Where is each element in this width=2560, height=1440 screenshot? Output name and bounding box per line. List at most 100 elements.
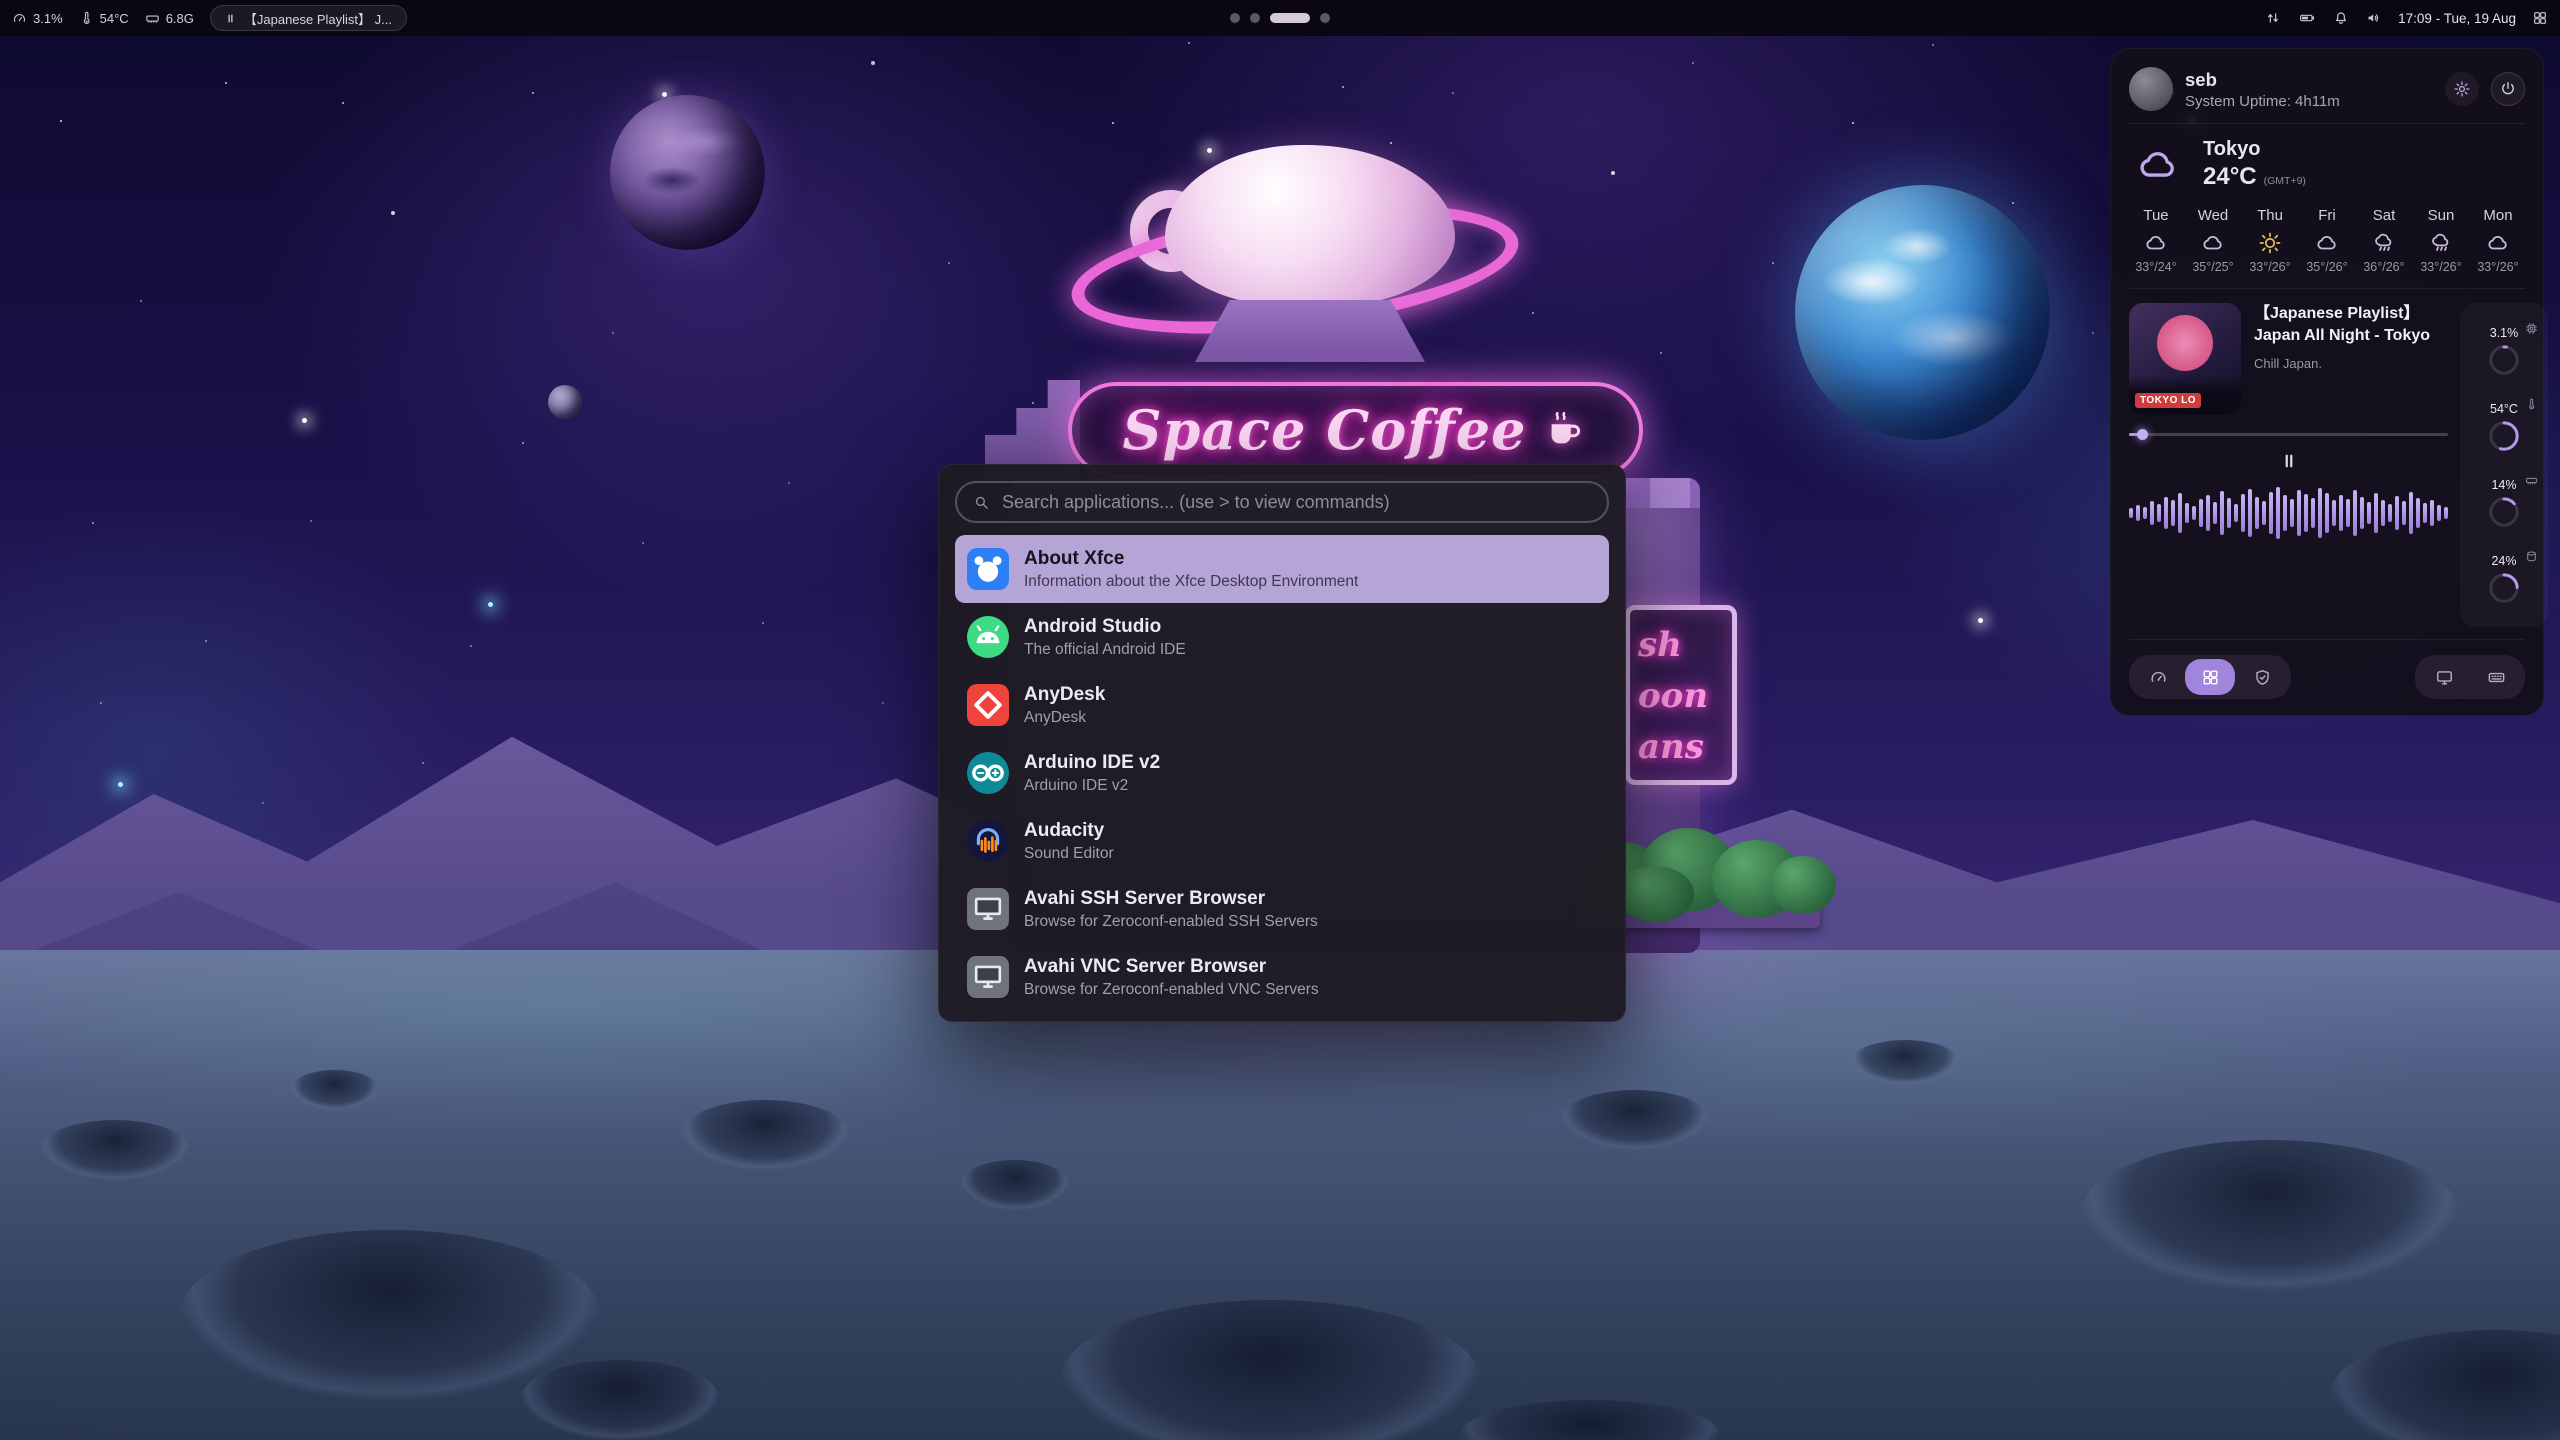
bright-star [118, 782, 123, 787]
weather-timezone: (GMT+9) [2264, 175, 2306, 187]
sign-text: Space Coffee [1123, 398, 1527, 462]
apps-grid-button[interactable] [2185, 659, 2235, 695]
crater [1850, 1040, 1960, 1085]
cloud-weather-icon [2486, 231, 2510, 255]
app-name: AnyDesk [1024, 684, 1105, 706]
crater [2080, 1140, 2460, 1290]
privacy-button[interactable] [2237, 659, 2287, 695]
ram-icon [2525, 474, 2538, 487]
app-list-item[interactable]: Avahi VNC Server Browser Browse for Zero… [955, 943, 1609, 1011]
audacity-app-icon [967, 820, 1009, 862]
cloud-weather-icon [2144, 231, 2168, 255]
app-grid-icon[interactable] [2532, 10, 2548, 26]
window-neon-text: ans [1638, 722, 1724, 773]
search-bar[interactable] [955, 481, 1609, 523]
system-stat: 14% [2464, 465, 2544, 541]
power-button[interactable] [2491, 72, 2525, 106]
forecast-day: Sat 36°/26° [2357, 207, 2411, 274]
forecast-day-label: Tue [2129, 207, 2183, 224]
display-button[interactable] [2419, 659, 2469, 695]
notifications-icon[interactable] [2333, 10, 2349, 26]
avahi-app-icon [967, 956, 1009, 998]
forecast-day: Thu 33°/26° [2243, 207, 2297, 274]
bright-star [1978, 618, 1983, 623]
thermo-icon [2525, 398, 2538, 411]
system-stat: 54°C [2464, 389, 2544, 465]
album-art-label: TOKYO LO [2135, 393, 2201, 408]
app-name: Avahi SSH Server Browser [1024, 888, 1318, 910]
keyboard-icon [2487, 668, 2506, 687]
stat-value: 3.1% [2490, 326, 2519, 340]
grid-icon [2201, 668, 2220, 687]
shield-icon [2253, 668, 2272, 687]
workspace-dot[interactable] [1320, 13, 1330, 23]
cpu-indicator[interactable]: 3.1% [12, 11, 63, 26]
gauge-icon [2149, 668, 2168, 687]
network-traffic-icon[interactable] [2265, 10, 2281, 26]
weather-city: Tokyo [2203, 138, 2306, 161]
bright-star [662, 92, 667, 97]
top-bar: 3.1% 54°C 6.8G 【Japanese Playlist】 J... … [0, 0, 2560, 36]
xfce-app-icon [967, 548, 1009, 590]
app-description: Browse for Zeroconf-enabled SSH Servers [1024, 913, 1318, 931]
crater [180, 1230, 600, 1400]
pause-icon [2280, 452, 2298, 470]
temperature-indicator[interactable]: 54°C [79, 11, 129, 26]
stats-column: 3.1% 54°C 14% 24% [2460, 303, 2548, 627]
performance-button[interactable] [2133, 659, 2183, 695]
now-playing-pill[interactable]: 【Japanese Playlist】 J... [210, 5, 407, 31]
memory-indicator[interactable]: 6.8G [145, 11, 194, 26]
battery-icon[interactable] [2297, 10, 2317, 26]
crater [1060, 1300, 1480, 1440]
keyboard-button[interactable] [2471, 659, 2521, 695]
crater [290, 1070, 380, 1110]
bush [1770, 856, 1836, 914]
control-center: seb System Uptime: 4h11m Tokyo 24°C (GMT… [2110, 48, 2544, 716]
forecast-day-label: Sun [2414, 207, 2468, 224]
app-list-item[interactable]: Avahi SSH Server Browser Browse for Zero… [955, 875, 1609, 943]
track-title: 【Japanese Playlist】 Japan All Night - To… [2254, 303, 2448, 348]
seek-bar[interactable] [2129, 428, 2448, 440]
app-list-item[interactable]: Arduino IDE v2 Arduino IDE v2 [955, 739, 1609, 807]
workspace-dot[interactable] [1230, 13, 1240, 23]
forecast-temps: 36°/26° [2357, 260, 2411, 274]
forecast-day: Mon 33°/26° [2471, 207, 2525, 274]
search-icon [973, 494, 990, 511]
workspace-active[interactable] [1270, 13, 1310, 23]
pause-button[interactable] [2274, 448, 2304, 474]
seek-knob[interactable] [2137, 429, 2148, 440]
forecast-day: Tue 33°/24° [2129, 207, 2183, 274]
app-list-item[interactable]: AnyDesk AnyDesk [955, 671, 1609, 739]
album-art[interactable]: TOKYO LO [2129, 303, 2241, 415]
crater [1460, 1400, 1720, 1440]
media-section: TOKYO LO 【Japanese Playlist】 Japan All N… [2129, 289, 2525, 640]
app-list-item[interactable]: Android Studio The official Android IDE [955, 603, 1609, 671]
cpu-value: 3.1% [33, 11, 63, 26]
forecast-day: Sun 33°/26° [2414, 207, 2468, 274]
uptime: System Uptime: 4h11m [2185, 93, 2433, 110]
stat-value: 24% [2491, 554, 2516, 568]
clock[interactable]: 17:09 - Tue, 19 Aug [2398, 11, 2516, 26]
search-input[interactable] [1002, 492, 1591, 513]
stat-value: 14% [2491, 478, 2516, 492]
cpu-icon [2525, 322, 2538, 335]
settings-button[interactable] [2445, 72, 2479, 106]
cloud-weather-icon [2201, 231, 2225, 255]
crater [40, 1120, 190, 1180]
workspace-dot[interactable] [1250, 13, 1260, 23]
bright-star [302, 418, 307, 423]
forecast-row: Tue 33°/24° Wed 35°/25° Thu 33°/26° Fri … [2129, 207, 2525, 274]
app-name: Audacity [1024, 820, 1114, 842]
stat-ring [2487, 343, 2521, 377]
avatar[interactable] [2129, 67, 2173, 111]
app-list-item[interactable]: About Xfce Information about the Xfce De… [955, 535, 1609, 603]
app-list-item[interactable]: Audacity Sound Editor [955, 807, 1609, 875]
forecast-day-label: Mon [2471, 207, 2525, 224]
user-section: seb System Uptime: 4h11m [2129, 63, 2525, 124]
volume-icon[interactable] [2365, 10, 2382, 26]
gear-icon [2453, 80, 2471, 98]
cloud-weather-icon [2315, 231, 2339, 255]
pause-icon [225, 13, 236, 24]
avahi-app-icon [967, 888, 1009, 930]
forecast-day-label: Sat [2357, 207, 2411, 224]
